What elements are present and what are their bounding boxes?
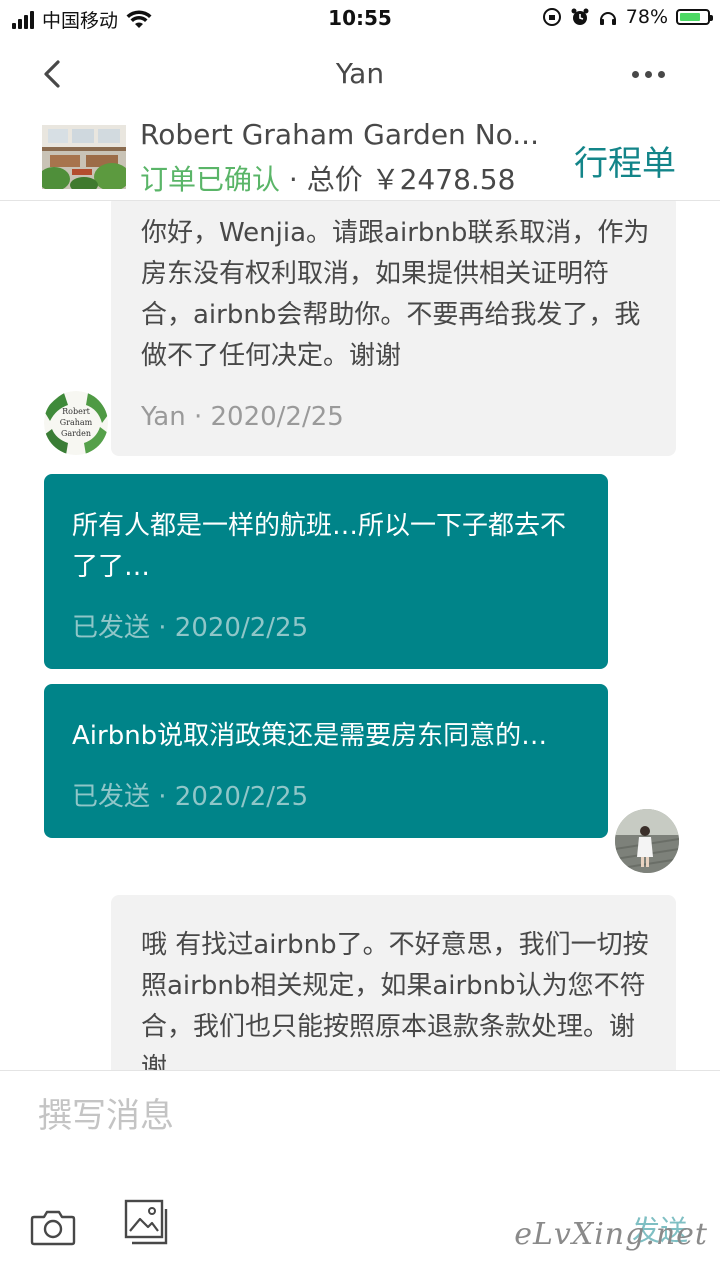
listing-title: Robert Graham Garden No...: [140, 118, 539, 151]
battery-percent: 78%: [625, 6, 668, 28]
message-text: 你好，Wenjia。请跟airbnb联系取消，作为房东没有权利取消，如果提供相关…: [141, 218, 650, 371]
message-bubble-outgoing: 所有人都是一样的航班…所以一下子都去不了了… 已发送 · 2020/2/25: [44, 474, 608, 669]
avatar-text-line-3: Garden: [61, 429, 91, 438]
summary-separator: ·: [280, 163, 307, 196]
battery-fill: [680, 13, 700, 21]
avatar-text-line-1: Robert: [62, 407, 91, 416]
reservation-summary: 订单已确认 · 总价 ￥2478.58: [140, 158, 515, 198]
message-meta: 已发送 · 2020/2/25: [72, 782, 309, 812]
alarm-icon: [571, 8, 589, 25]
battery-icon: [676, 9, 713, 25]
orientation-lock-icon: [542, 8, 561, 26]
message-bubble-incoming: 你好，Wenjia。请跟airbnb联系取消，作为房东没有权利取消，如果提供相关…: [111, 201, 676, 456]
listing-header[interactable]: Robert Graham Garden No... 订单已确认 · 总价 ￥2…: [0, 112, 720, 201]
avatar-text-line-2: Graham: [60, 418, 93, 427]
camera-icon[interactable]: [30, 1207, 76, 1247]
message-meta: 已发送 · 2020/2/25: [72, 613, 309, 643]
message-meta: Yan · 2020/2/25: [141, 402, 344, 432]
total-price: 总价 ￥2478.58: [306, 163, 516, 196]
listing-thumbnail: [42, 125, 126, 189]
host-avatar[interactable]: Robert Graham Garden: [41, 388, 111, 458]
conversation-title: Yan: [335, 57, 385, 90]
watermark: eLvXing.net: [514, 1217, 708, 1252]
navigation-bar: Yan: [0, 40, 720, 110]
status-bar: 中国移动 10:55 78%: [0, 0, 720, 38]
message-text: Airbnb说取消政策还是需要房东同意的…: [72, 721, 548, 751]
message-text: 所有人都是一样的航班…所以一下子都去不了了…: [72, 511, 567, 582]
itinerary-button[interactable]: 行程单: [574, 136, 676, 185]
message-input[interactable]: [36, 1095, 640, 1137]
user-avatar[interactable]: [612, 806, 682, 876]
message-composer: 发送 eLvXing.net: [0, 1070, 720, 1281]
more-options-icon[interactable]: [626, 62, 670, 86]
message-text: 哦 有找过airbnb了。不好意思，我们一切按照airbnb相关规定，如果air…: [141, 930, 649, 1070]
message-thread[interactable]: 你好，Wenjia。请跟airbnb联系取消，作为房东没有权利取消，如果提供相关…: [0, 201, 720, 1070]
message-bubble-outgoing: Airbnb说取消政策还是需要房东同意的… 已发送 · 2020/2/25: [44, 684, 608, 838]
headphones-icon: [599, 12, 616, 25]
photo-library-icon[interactable]: [124, 1199, 170, 1247]
reservation-status: 订单已确认: [140, 163, 281, 196]
message-bubble-incoming: 哦 有找过airbnb了。不好意思，我们一切按照airbnb相关规定，如果air…: [111, 895, 676, 1070]
status-right: 78%: [542, 6, 713, 28]
